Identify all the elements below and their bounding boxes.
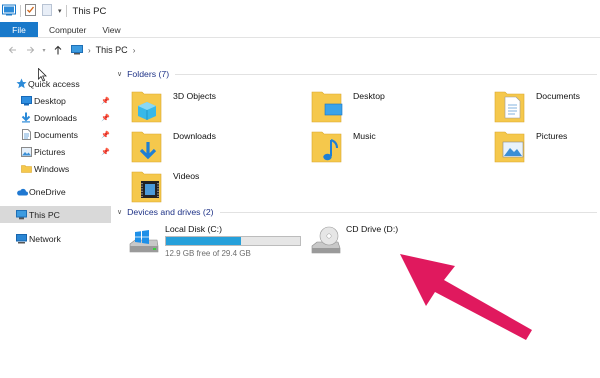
collapse-chevron-icon[interactable]: ∨: [117, 70, 122, 78]
drive-local-disk-c[interactable]: Local Disk (C:) 12.9 GB free of 29.4 GB: [127, 222, 302, 262]
folder-videos[interactable]: Videos: [131, 168, 301, 206]
cloud-icon: [16, 188, 28, 196]
folder-label: Documents: [536, 91, 580, 101]
folder-pictures[interactable]: Pictures: [494, 128, 600, 166]
forward-button[interactable]: [21, 41, 39, 59]
sidebar-item-label: Quick access: [28, 78, 80, 89]
pin-icon[interactable]: 📌: [101, 114, 110, 122]
address-bar: ▾ › This PC ›: [0, 38, 600, 62]
sidebar-item-onedrive[interactable]: OneDrive: [0, 183, 111, 200]
network-icon: [16, 233, 27, 244]
drive-free-space: 12.9 GB free of 29.4 GB: [165, 249, 251, 258]
desktop-folder-icon: [311, 91, 343, 123]
folders-group-title: Folders (7): [127, 69, 170, 79]
breadcrumb[interactable]: › This PC ›: [71, 45, 140, 55]
content-pane: ∨ Folders (7) 3D Objects Desktop Documen…: [111, 62, 600, 378]
folder-label: Pictures: [536, 131, 568, 141]
folder-music[interactable]: Music: [311, 128, 481, 166]
sidebar-item-windows[interactable]: Windows: [0, 160, 111, 177]
folder-label: Desktop: [353, 91, 385, 101]
sidebar-item-label: Downloads: [34, 112, 77, 123]
folder-desktop[interactable]: Desktop: [311, 88, 481, 126]
folders-group-header[interactable]: ∨ Folders (7): [117, 69, 597, 79]
drive-usage-bar: [165, 236, 301, 246]
customize-toolbar-dropdown-icon[interactable]: ▾: [58, 7, 62, 15]
folder-3d-objects[interactable]: 3D Objects: [131, 88, 301, 126]
drives-group-title: Devices and drives (2): [127, 207, 214, 217]
folder-label: 3D Objects: [173, 91, 216, 101]
group-divider: [219, 211, 597, 213]
drives-group-header[interactable]: ∨ Devices and drives (2): [117, 207, 597, 217]
downloads-icon: [21, 112, 31, 123]
breadcrumb-chevron-icon-2[interactable]: ›: [133, 46, 136, 55]
pictures-icon: [21, 146, 32, 157]
windows-drive-icon: [129, 230, 159, 253]
3d-objects-folder-icon: [131, 91, 162, 123]
group-divider: [175, 73, 597, 75]
folder-icon: [21, 164, 32, 173]
sidebar-item-label: Documents: [34, 129, 78, 140]
folder-label: Music: [353, 131, 376, 141]
window-title: This PC: [72, 5, 107, 17]
sidebar-item-label: OneDrive: [29, 186, 66, 197]
star-icon: [16, 78, 27, 89]
this-pc-icon: [16, 209, 27, 220]
sidebar-item-downloads[interactable]: Downloads 📌: [0, 109, 111, 126]
sidebar-item-this-pc[interactable]: This PC: [0, 206, 111, 223]
drive-label: CD Drive (D:): [346, 224, 399, 234]
sidebar-item-label: Windows: [34, 163, 70, 174]
documents-folder-icon: [494, 91, 525, 123]
drive-cd-d[interactable]: CD Drive (D:): [310, 222, 430, 262]
explorer-app-icon[interactable]: [2, 4, 16, 18]
up-arrow-icon: [54, 45, 62, 55]
music-folder-icon: [311, 131, 342, 163]
title-bar: ▾ This PC: [0, 0, 600, 22]
sidebar-item-documents[interactable]: Documents 📌: [0, 126, 111, 143]
folder-label: Videos: [173, 171, 200, 181]
pin-icon[interactable]: 📌: [101, 97, 110, 105]
ribbon-tabs: File Computer View: [0, 22, 600, 38]
up-button[interactable]: [49, 41, 67, 59]
cd-drive-icon: [311, 226, 341, 254]
properties-icon[interactable]: [25, 4, 36, 18]
desktop-icon: [21, 95, 32, 106]
sidebar-item-label: This PC: [29, 209, 60, 220]
sidebar-item-desktop[interactable]: Desktop 📌: [0, 92, 111, 109]
title-separator: [20, 5, 21, 17]
new-folder-icon[interactable]: [42, 4, 52, 18]
forward-arrow-icon: [26, 46, 34, 54]
folder-label: Downloads: [173, 131, 216, 141]
sidebar-item-network[interactable]: Network: [0, 230, 111, 247]
back-button[interactable]: [3, 41, 21, 59]
sidebar-item-quick-access[interactable]: Quick access: [0, 75, 111, 92]
downloads-folder-icon: [131, 131, 162, 163]
videos-folder-icon: [131, 171, 162, 203]
folder-downloads[interactable]: Downloads: [131, 128, 301, 166]
sidebar-item-label: Network: [29, 233, 61, 244]
drive-usage-fill: [166, 237, 242, 245]
breadcrumb-this-pc[interactable]: This PC: [96, 45, 128, 55]
this-pc-icon: [71, 45, 83, 55]
tab-view[interactable]: View: [98, 22, 132, 37]
navigation-pane: Quick access Desktop 📌 Downloads 📌 Docum…: [0, 62, 111, 378]
title-separator-2: [65, 5, 67, 17]
sidebar-item-pictures[interactable]: Pictures 📌: [0, 143, 111, 160]
documents-icon: [22, 129, 31, 140]
folder-documents[interactable]: Documents: [494, 88, 600, 126]
tab-file[interactable]: File: [0, 22, 38, 37]
tab-computer[interactable]: Computer: [38, 22, 98, 37]
sidebar-item-label: Desktop: [34, 95, 66, 106]
collapse-chevron-icon[interactable]: ∨: [117, 208, 122, 216]
back-arrow-icon: [8, 46, 16, 54]
drive-label: Local Disk (C:): [165, 224, 222, 234]
breadcrumb-chevron-icon: ›: [88, 45, 91, 55]
sidebar-item-label: Pictures: [34, 146, 66, 157]
pin-icon[interactable]: 📌: [101, 148, 110, 156]
pictures-folder-icon: [494, 131, 525, 163]
recent-locations-button[interactable]: ▾: [39, 41, 49, 59]
chevron-down-icon: ▾: [42, 47, 46, 54]
pin-icon[interactable]: 📌: [101, 131, 110, 139]
